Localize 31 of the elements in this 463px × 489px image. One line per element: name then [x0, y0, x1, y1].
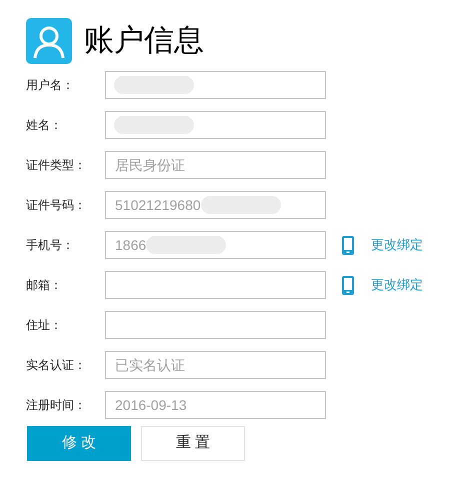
input-field[interactable]: [105, 311, 326, 339]
field-label: 姓名：: [25, 117, 63, 134]
input-field[interactable]: 居民身份证: [105, 151, 326, 179]
field-value: 2016-09-13: [114, 396, 187, 414]
field-label: 注册时间：: [25, 397, 87, 414]
phone-icon: [342, 236, 354, 254]
input-field[interactable]: 1866: [105, 231, 326, 259]
input-field[interactable]: [105, 271, 326, 299]
change-binding-link[interactable]: 更改绑定: [371, 235, 423, 255]
field-value: 51021219680: [114, 196, 201, 214]
field-value: 1866: [114, 236, 146, 254]
input-field[interactable]: [105, 111, 326, 139]
field-label: 用户名：: [25, 77, 75, 94]
field-label: 住址：: [25, 317, 63, 334]
input-field[interactable]: 2016-09-13: [105, 391, 326, 419]
field-label: 证件号码：: [25, 197, 87, 214]
phone-icon: [342, 276, 354, 294]
input-field[interactable]: 51021219680: [105, 191, 326, 219]
field-value: 已实名认证: [114, 356, 185, 374]
reset-button[interactable]: 重 置: [141, 426, 245, 461]
field-label: 手机号：: [25, 237, 75, 254]
page-title: 账户信息: [84, 26, 204, 56]
field-value: 居民身份证: [114, 156, 185, 174]
field-label: 邮箱：: [25, 277, 63, 294]
change-binding-link[interactable]: 更改绑定: [371, 275, 423, 295]
field-label: 实名认证：: [25, 357, 87, 374]
input-field[interactable]: 已实名认证: [105, 351, 326, 379]
input-field[interactable]: [105, 71, 326, 99]
field-label: 证件类型：: [25, 157, 87, 174]
user-icon: [26, 18, 72, 64]
submit-button[interactable]: 修 改: [27, 426, 131, 461]
